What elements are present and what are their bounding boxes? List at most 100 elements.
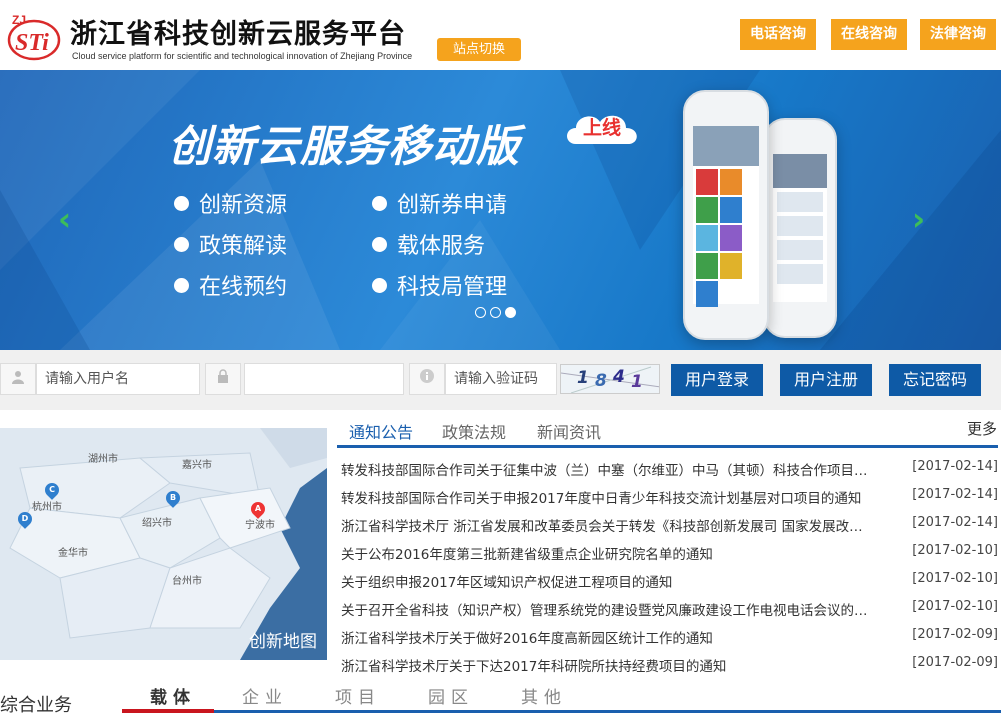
map-pin-a[interactable]: A bbox=[248, 499, 268, 519]
news-item[interactable]: 转发科技部国际合作司关于征集中波（兰）中塞（尔维亚）中马（其顿）科技合作项目的通… bbox=[341, 455, 998, 481]
news-date: [2017-02-14] bbox=[912, 487, 998, 502]
feature-label: 创新资源 bbox=[199, 193, 288, 218]
online-consult-button[interactable]: 在线咨询 bbox=[831, 19, 907, 50]
news-item[interactable]: 浙江省科学技术厅关于下达2017年科研院所扶持经费项目的通知 [2017-02-0… bbox=[341, 651, 998, 677]
feature-label: 创新券申请 bbox=[397, 193, 508, 218]
captcha-char: 4 bbox=[613, 367, 625, 387]
login-bar: 请输入用户名 请输入验证码 1 8 4 1 用户登录 用户注册 忘记密码 bbox=[0, 350, 1001, 410]
more-link[interactable]: 更多 bbox=[967, 418, 997, 439]
news-item[interactable]: 关于组织申报2017年区域知识产权促进工程项目的通知 [2017-02-10] bbox=[341, 567, 998, 593]
captcha-input[interactable]: 请输入验证码 bbox=[445, 363, 557, 395]
bottom-tab-active-indicator bbox=[122, 709, 214, 713]
site-title: 浙江省科技创新云服务平台 bbox=[70, 19, 406, 50]
map-pin-c[interactable]: C bbox=[42, 480, 62, 500]
phone-image-back bbox=[763, 118, 837, 338]
site-subtitle: Cloud service platform for scientific an… bbox=[72, 51, 413, 61]
bullet-dot bbox=[174, 237, 189, 252]
feature-item: 载体服务 bbox=[372, 228, 485, 260]
news-title[interactable]: 关于召开全省科技（知识产权）管理系统党的建设暨党风廉政建设工作电视电话会议的通知 bbox=[341, 599, 876, 619]
tab-news[interactable]: 新闻资讯 bbox=[537, 419, 601, 443]
site-logo[interactable]: ZJ STi bbox=[6, 10, 62, 62]
city-label: 杭州市 bbox=[32, 502, 62, 513]
captcha-char: 1 bbox=[577, 368, 589, 388]
feature-item: 科技局管理 bbox=[372, 269, 507, 301]
legal-consult-button[interactable]: 法律咨询 bbox=[920, 19, 996, 50]
news-title[interactable]: 转发科技部国际合作司关于申报2017年度中日青少年科技交流计划基层对口项目的通知 bbox=[341, 487, 876, 507]
city-label: 宁波市 bbox=[245, 520, 275, 531]
map-pin-b[interactable]: B bbox=[163, 488, 183, 508]
chevron-right-icon[interactable]: › bbox=[912, 200, 925, 238]
svg-text:ZJ: ZJ bbox=[12, 13, 26, 27]
captcha-char: 1 bbox=[631, 372, 643, 392]
bottom-tabs-divider bbox=[214, 710, 1001, 713]
map-illustration bbox=[0, 428, 327, 660]
news-tabs: 通知公告 政策法规 新闻资讯 bbox=[337, 415, 998, 449]
phone-image-front bbox=[683, 90, 769, 340]
bullet-dot bbox=[174, 196, 189, 211]
captcha-image[interactable]: 1 8 4 1 bbox=[560, 364, 660, 394]
password-input[interactable] bbox=[244, 363, 404, 395]
forgot-password-button[interactable]: 忘记密码 bbox=[889, 364, 981, 396]
feature-label: 载体服务 bbox=[397, 234, 486, 259]
carousel-dot[interactable] bbox=[475, 307, 486, 318]
innovation-map[interactable]: 湖州市 嘉兴市 杭州市 绍兴市 宁波市 金华市 台州市 A B C D 创新地图 bbox=[0, 428, 327, 660]
phone-consult-button[interactable]: 电话咨询 bbox=[740, 19, 816, 50]
chevron-left-icon[interactable]: ‹ bbox=[58, 200, 71, 238]
login-button[interactable]: 用户登录 bbox=[671, 364, 763, 396]
news-date: [2017-02-09] bbox=[912, 655, 998, 670]
feature-item: 创新资源 bbox=[174, 187, 287, 219]
feature-item: 创新券申请 bbox=[372, 187, 507, 219]
news-date: [2017-02-14] bbox=[912, 459, 998, 474]
lock-icon bbox=[205, 363, 241, 395]
tab-policies[interactable]: 政策法规 bbox=[442, 419, 506, 443]
news-date: [2017-02-10] bbox=[912, 571, 998, 586]
news-item[interactable]: 关于召开全省科技（知识产权）管理系统党的建设暨党风廉政建设工作电视电话会议的通知… bbox=[341, 595, 998, 621]
tab-enterprise[interactable]: 企业 bbox=[242, 683, 288, 708]
promo-banner[interactable]: ‹ › 创新云服务移动版 上线 创新资源 政策解读 在线预约 创新券申请 载体服… bbox=[0, 70, 1001, 350]
username-input[interactable]: 请输入用户名 bbox=[36, 363, 200, 395]
svg-text:STi: STi bbox=[15, 30, 49, 56]
carousel-dot-active[interactable] bbox=[505, 307, 516, 318]
bullet-dot bbox=[372, 278, 387, 293]
captcha-char: 8 bbox=[595, 371, 607, 391]
feature-item: 政策解读 bbox=[174, 228, 287, 260]
banner-title: 创新云服务移动版 bbox=[168, 122, 520, 172]
news-title[interactable]: 浙江省科学技术厅关于下达2017年科研院所扶持经费项目的通知 bbox=[341, 655, 876, 675]
bullet-dot bbox=[372, 237, 387, 252]
news-title[interactable]: 关于公布2016年度第三批新建省级重点企业研究院名单的通知 bbox=[341, 543, 876, 563]
city-label: 嘉兴市 bbox=[182, 460, 212, 471]
tab-park[interactable]: 园区 bbox=[428, 683, 474, 708]
register-button[interactable]: 用户注册 bbox=[780, 364, 872, 396]
news-title[interactable]: 转发科技部国际合作司关于征集中波（兰）中塞（尔维亚）中马（其顿）科技合作项目的通… bbox=[341, 459, 876, 479]
news-date: [2017-02-09] bbox=[912, 627, 998, 642]
feature-label: 在线预约 bbox=[199, 275, 288, 300]
news-title[interactable]: 浙江省科学技术厅 浙江省发展和改革委员会关于转发《科技部创新发展司 国家发展改革… bbox=[341, 515, 876, 535]
news-item[interactable]: 关于公布2016年度第三批新建省级重点企业研究院名单的通知 [2017-02-10… bbox=[341, 539, 998, 565]
news-item[interactable]: 浙江省科学技术厅关于做好2016年度高新园区统计工作的通知 [2017-02-09… bbox=[341, 623, 998, 649]
site-switch-button[interactable]: 站点切换 bbox=[437, 38, 521, 61]
news-date: [2017-02-10] bbox=[912, 599, 998, 614]
tabs-divider bbox=[337, 445, 998, 448]
feature-label: 科技局管理 bbox=[397, 275, 508, 300]
tab-other[interactable]: 其他 bbox=[521, 683, 567, 708]
news-title[interactable]: 关于组织申报2017年区域知识产权促进工程项目的通知 bbox=[341, 571, 876, 591]
news-title[interactable]: 浙江省科学技术厅关于做好2016年度高新园区统计工作的通知 bbox=[341, 627, 876, 647]
tab-carrier[interactable]: 载体 bbox=[150, 683, 196, 708]
tab-notices[interactable]: 通知公告 bbox=[349, 419, 413, 443]
online-badge: 上线 bbox=[562, 108, 642, 148]
site-header: ZJ STi 浙江省科技创新云服务平台 Cloud service platfo… bbox=[0, 0, 1001, 70]
news-date: [2017-02-14] bbox=[912, 515, 998, 530]
carousel-dots bbox=[475, 303, 520, 322]
tab-project[interactable]: 项目 bbox=[335, 683, 381, 708]
info-icon bbox=[409, 363, 445, 395]
feature-item: 在线预约 bbox=[174, 269, 287, 301]
news-date: [2017-02-10] bbox=[912, 543, 998, 558]
map-label[interactable]: 创新地图 bbox=[249, 627, 317, 652]
carousel-dot[interactable] bbox=[490, 307, 501, 318]
news-item[interactable]: 浙江省科学技术厅 浙江省发展和改革委员会关于转发《科技部创新发展司 国家发展改革… bbox=[341, 511, 998, 537]
bullet-dot bbox=[174, 278, 189, 293]
city-label: 湖州市 bbox=[88, 454, 118, 465]
badge-text: 上线 bbox=[582, 117, 621, 139]
map-pin-d[interactable]: D bbox=[15, 509, 35, 529]
news-item[interactable]: 转发科技部国际合作司关于申报2017年度中日青少年科技交流计划基层对口项目的通知… bbox=[341, 483, 998, 509]
